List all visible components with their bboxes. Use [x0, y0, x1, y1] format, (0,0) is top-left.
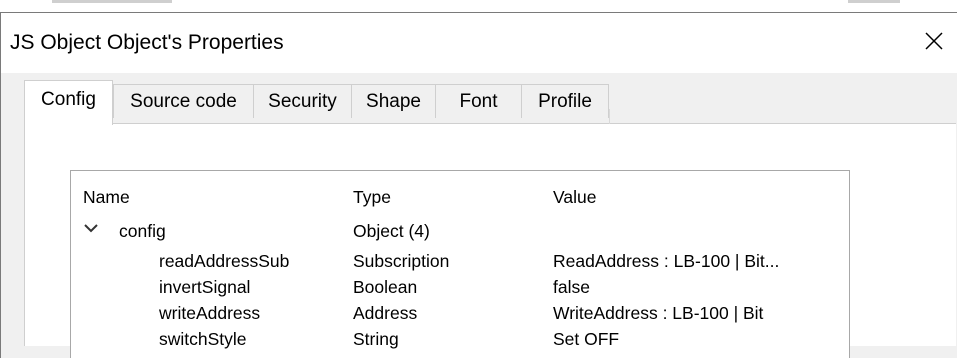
property-type: Address — [353, 303, 418, 323]
property-name: switchStyle — [159, 329, 247, 349]
tree-node-type: Object (4) — [353, 221, 430, 241]
tree-node-name: config — [119, 221, 166, 241]
property-value: Set OFF — [553, 329, 620, 349]
property-type: Subscription — [353, 251, 450, 271]
tab-label: Security — [268, 90, 337, 112]
property-name: readAddressSub — [159, 251, 290, 271]
tab-config[interactable]: Config — [24, 80, 113, 125]
tab-font[interactable]: Font — [435, 84, 522, 118]
tab-security[interactable]: Security — [253, 84, 352, 118]
background-window — [0, 0, 958, 12]
property-value: WriteAddress : LB-100 | Bit — [553, 303, 764, 323]
column-header-type[interactable]: Type — [353, 187, 391, 208]
title-bar: JS Object Object's Properties — [1, 13, 957, 73]
tab-shape[interactable]: Shape — [351, 84, 436, 118]
background-fragment — [52, 0, 172, 3]
divider — [609, 109, 610, 124]
tree-row-config[interactable]: config Object (4) — [71, 221, 849, 241]
tab-profile[interactable]: Profile — [521, 84, 609, 118]
column-header-value[interactable]: Value — [553, 187, 596, 208]
close-icon — [925, 32, 943, 50]
dialog-title: JS Object Object's Properties — [10, 31, 284, 54]
property-value: false — [553, 277, 590, 297]
property-type: Boolean — [353, 277, 418, 297]
tree-row[interactable]: readAddressSub Subscription ReadAddress … — [71, 251, 849, 271]
property-tree[interactable]: Name Type Value config Object (4) readAd… — [70, 170, 850, 358]
tab-label: Profile — [538, 90, 592, 112]
close-button[interactable] — [911, 19, 957, 63]
tree-row[interactable]: writeAddress Address WriteAddress : LB-1… — [71, 303, 849, 323]
tree-row[interactable]: invertSignal Boolean false — [71, 277, 849, 297]
column-header-name[interactable]: Name — [83, 187, 130, 208]
tab-label: Font — [459, 90, 498, 112]
property-value: ReadAddress : LB-100 | Bit... — [553, 251, 780, 271]
background-fragment — [848, 0, 900, 3]
chevron-down-icon[interactable] — [83, 220, 99, 236]
tab-source-code[interactable]: Source code — [113, 84, 254, 118]
tab-label: Source code — [130, 90, 237, 112]
property-name: invertSignal — [159, 277, 251, 297]
property-name: writeAddress — [159, 303, 261, 323]
tree-row[interactable]: switchStyle String Set OFF — [71, 329, 849, 349]
tab-label: Shape — [366, 90, 421, 112]
tab-label: Config — [41, 89, 96, 110]
property-type: String — [353, 329, 399, 349]
